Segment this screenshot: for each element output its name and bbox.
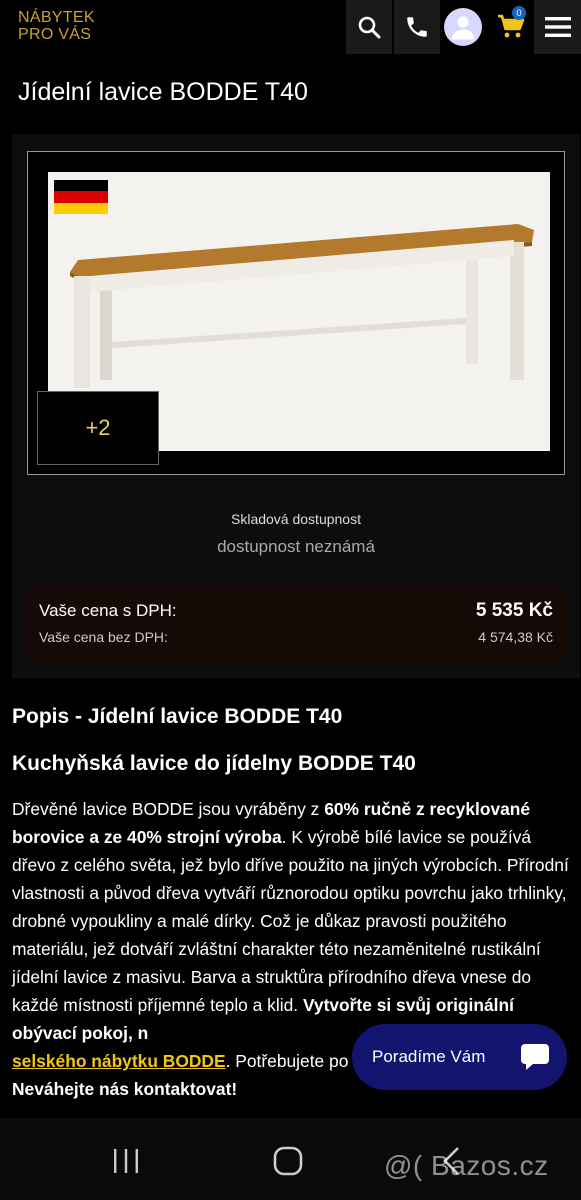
recent-apps-icon[interactable] <box>111 1148 141 1174</box>
phone-button[interactable] <box>394 0 440 54</box>
chat-button[interactable]: Poradíme Vám <box>352 1024 567 1090</box>
product-card: +2 Skladová dostupnost dostupnost neznám… <box>12 134 580 678</box>
cart-count-badge: 0 <box>512 6 526 20</box>
logo-line-1: NÁBYTEK <box>18 9 95 26</box>
description-bold-3: Neváhejte nás kontaktovat! <box>12 1079 238 1099</box>
price-without-vat: 4 574,38 Kč <box>478 629 553 645</box>
user-icon <box>451 16 475 40</box>
description-text-2: . K výrobě bílé lavice se používá dřevo … <box>12 827 569 1015</box>
chat-label: Poradíme Vám <box>372 1047 486 1066</box>
menu-button[interactable] <box>534 0 581 54</box>
price-without-vat-label: Vaše cena bez DPH: <box>39 629 168 645</box>
system-navigation-bar: @( Bazos.cz <box>0 1118 581 1200</box>
site-logo[interactable]: NÁBYTEK PRO VÁS <box>18 9 95 43</box>
logo-line-2: PRO VÁS <box>18 26 92 43</box>
price-with-vat: 5 535 Kč <box>475 600 553 621</box>
description-subheading: Kuchyňská lavice do jídelny BODDE T40 <box>12 752 416 775</box>
chat-bubble-icon <box>521 1044 549 1070</box>
phone-icon <box>407 17 427 37</box>
stock-label: Skladová dostupnost <box>231 511 361 527</box>
description-text-3: . Potřebujete po <box>225 1051 349 1071</box>
avatar <box>444 8 482 46</box>
account-button[interactable] <box>440 0 486 54</box>
search-button[interactable] <box>346 0 392 54</box>
site-header: NÁBYTEK PRO VÁS 0 <box>0 0 581 54</box>
description-text-1: Dřevěné lavice BODDE jsou vyráběny z <box>12 799 325 819</box>
stock-value: dostupnost neznámá <box>217 537 375 556</box>
price-with-vat-label: Vaše cena s DPH: <box>39 601 177 620</box>
description-heading: Popis - Jídelní lavice BODDE T40 <box>12 705 343 728</box>
price-box: Vaše cena s DPH: 5 535 Kč Vaše cena bez … <box>27 587 565 661</box>
bodde-collection-link[interactable]: selského nábytku BODDE <box>12 1051 226 1071</box>
search-icon <box>358 16 381 39</box>
bazos-watermark: @( Bazos.cz <box>384 1150 549 1181</box>
cart-button[interactable]: 0 <box>488 0 534 54</box>
home-icon[interactable] <box>273 1146 303 1176</box>
product-image-frame[interactable]: +2 <box>27 151 565 475</box>
page-title: Jídelní lavice BODDE T40 <box>18 78 308 106</box>
menu-icon <box>544 17 571 37</box>
more-images-button[interactable]: +2 <box>37 391 159 465</box>
germany-flag-icon <box>54 180 108 214</box>
